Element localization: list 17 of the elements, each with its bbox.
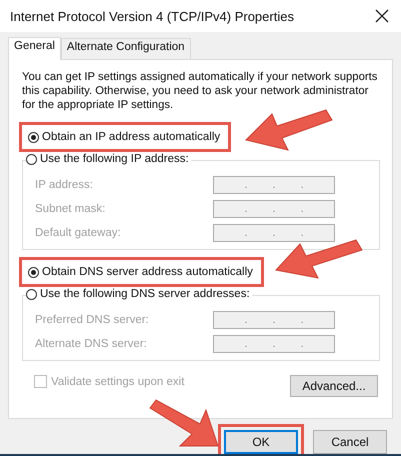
window-title: Internet Protocol Version 4 (TCP/IPv4) Properties [10,8,294,24]
tab[interactable]: Alternate Configuration [60,38,191,59]
radio-button[interactable]: Obtain DNS server address automatically [28,266,253,278]
advanced-button[interactable]: Advanced... [290,375,378,397]
field-label: Alternate DNS server: [35,338,147,350]
tab[interactable]: General [8,37,61,60]
field-label: Default gateway: [35,227,121,239]
description-text: You can get IP settings assigned automatically if your network supports this capability. Otherwise, you need to ask your network administrator for the appropriate IP settings. [22,70,378,112]
radio-button[interactable]: Obtain an IP address automatically [28,131,220,143]
radio-button[interactable]: Use the following IP address: [26,153,191,165]
field-label: Subnet mask: [35,203,106,215]
dialog-button[interactable]: Cancel [313,430,387,454]
field-label: Preferred DNS server: [35,314,149,326]
dialog-button[interactable]: OK [224,430,298,454]
radio-button[interactable]: Use the following DNS server addresses: [26,288,252,300]
close-icon[interactable] [375,9,389,23]
field-label: IP address: [35,179,93,191]
